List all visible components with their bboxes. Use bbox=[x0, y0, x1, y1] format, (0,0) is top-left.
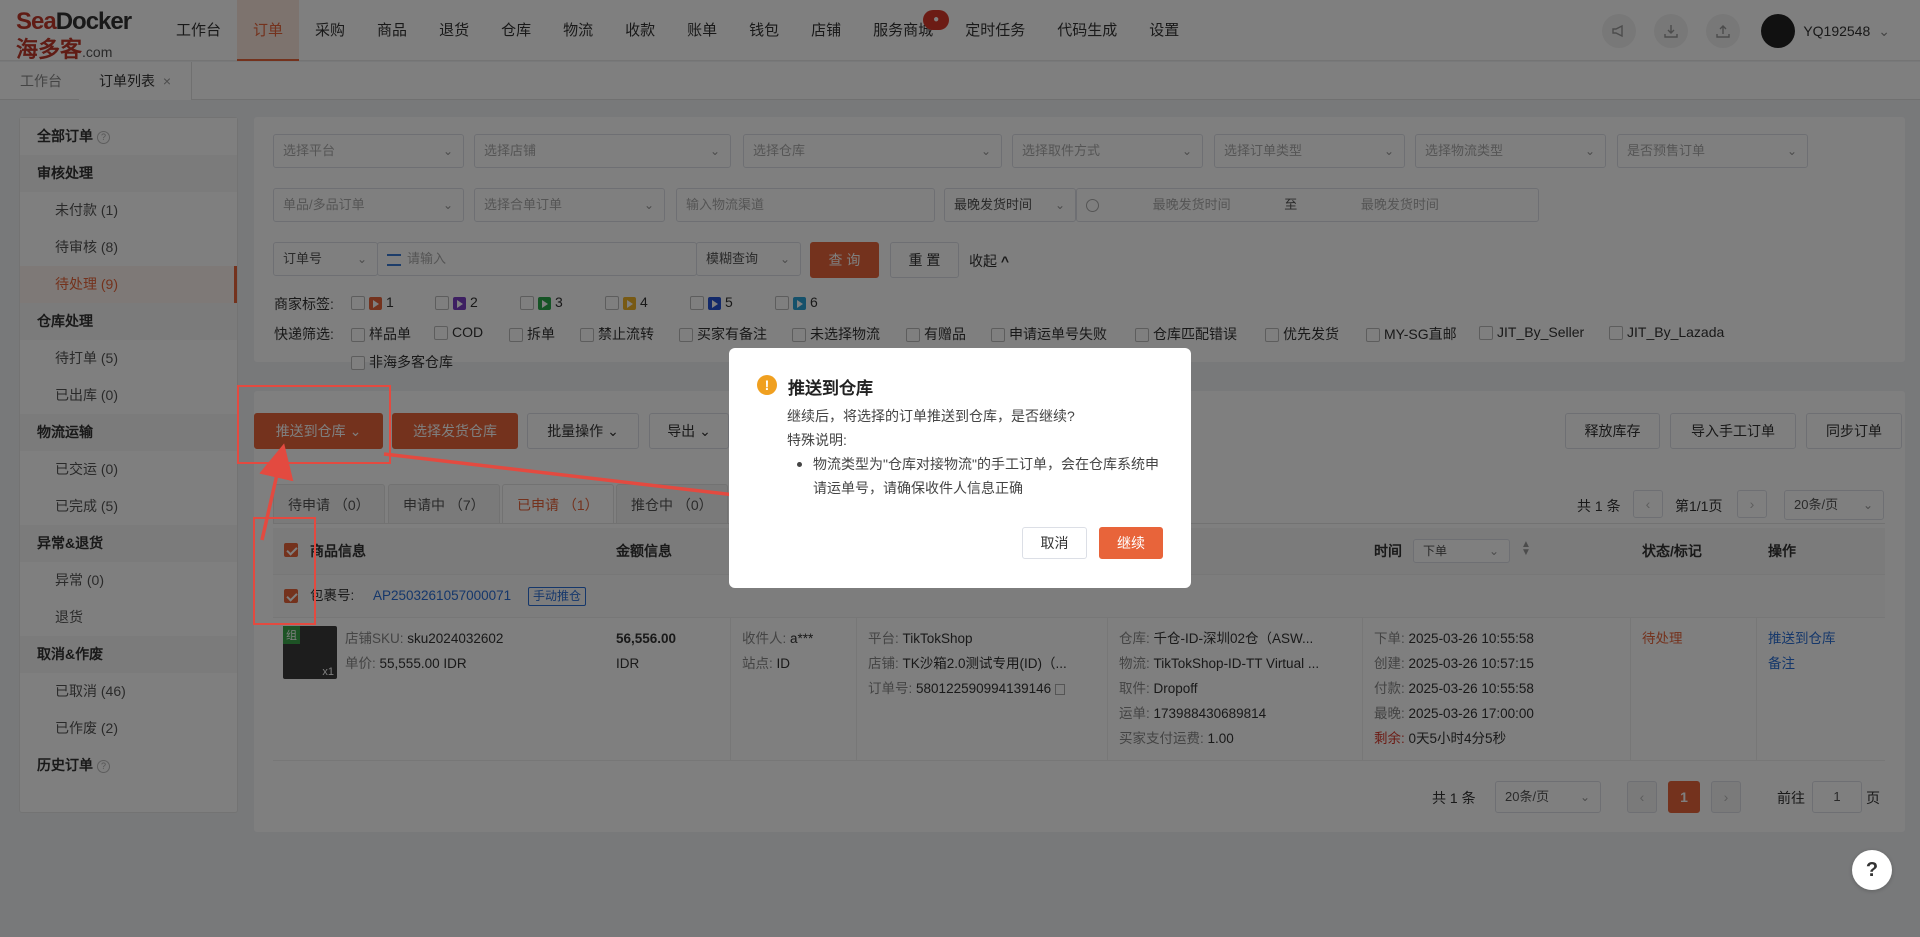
warning-icon: ! bbox=[757, 375, 777, 395]
push-warehouse-dialog: ! 推送到仓库 继续后，将选择的订单推送到仓库，是否继续? 特殊说明: 物流类型… bbox=[729, 348, 1191, 588]
dialog-line-2: 特殊说明: bbox=[787, 432, 847, 448]
arrow-checkbox-to-button bbox=[259, 443, 294, 541]
dialog-title: 推送到仓库 bbox=[788, 379, 873, 398]
help-button[interactable]: ? bbox=[1852, 850, 1892, 890]
cancel-button[interactable]: 取消 bbox=[1022, 527, 1087, 559]
dialog-line-1: 继续后，将选择的订单推送到仓库，是否继续? bbox=[787, 408, 1075, 424]
continue-button[interactable]: 继续 bbox=[1099, 527, 1163, 559]
dialog-body: 继续后，将选择的订单推送到仓库，是否继续? 特殊说明: 物流类型为"仓库对接物流… bbox=[787, 404, 1167, 500]
dialog-bullet: 物流类型为"仓库对接物流"的手工订单，会在仓库系统申请运单号，请确保收件人信息正… bbox=[787, 452, 1167, 500]
